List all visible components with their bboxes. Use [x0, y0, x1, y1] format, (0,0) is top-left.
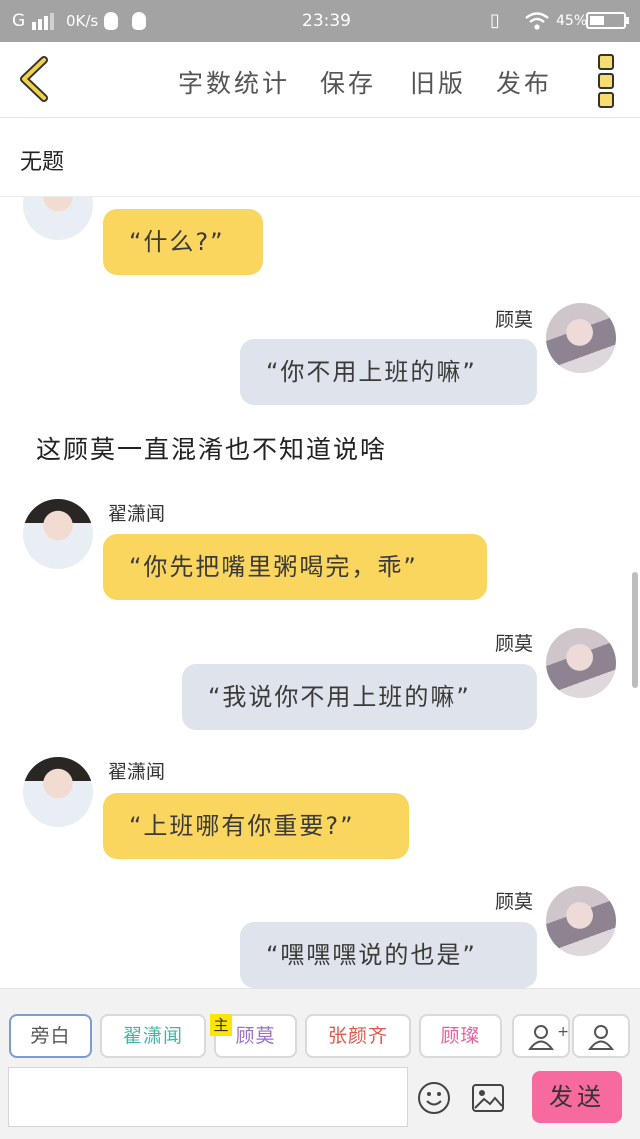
scrollbar[interactable]	[632, 572, 638, 688]
qq-icon	[104, 12, 118, 30]
old-version-button[interactable]: 旧版	[410, 64, 466, 100]
character-chip[interactable]: 顾璨	[419, 1014, 502, 1058]
character-chip[interactable]: 翟潇闻	[100, 1014, 206, 1058]
back-chevron-icon[interactable]	[10, 54, 60, 104]
speaker-name: 翟潇闻	[108, 503, 166, 525]
message-bubble[interactable]: “你先把嘴里粥喝完，乖”	[103, 534, 487, 600]
battery-icon	[586, 12, 626, 29]
avatar[interactable]	[23, 499, 93, 569]
send-button[interactable]: 发送	[532, 1071, 622, 1123]
message-input[interactable]	[8, 1067, 408, 1127]
character-chip[interactable]: 张颜齐	[305, 1014, 411, 1058]
message-bubble[interactable]: “上班哪有你重要?”	[103, 793, 409, 859]
avatar[interactable]	[546, 628, 616, 698]
character-list-button[interactable]	[572, 1014, 630, 1058]
narration-text[interactable]: 这顾莫一直混淆也不知道说啥	[36, 430, 387, 466]
publish-button[interactable]: 发布	[496, 64, 552, 100]
carrier-label: G	[12, 11, 26, 31]
vibrate-icon: ▯	[490, 10, 500, 31]
clock: 23:39	[302, 11, 351, 31]
editor-toolbar: 字数统计 保存 旧版 发布	[0, 42, 640, 118]
composer-panel: 旁白 翟潇闻 顾莫 主 张颜齐 顾璨 + 发送	[0, 988, 640, 1139]
qq-icon	[132, 12, 146, 30]
title-bar: 无题	[0, 118, 640, 197]
speaker-name: 顾莫	[494, 891, 533, 913]
character-chip-narrator[interactable]: 旁白	[9, 1014, 92, 1058]
avatar[interactable]	[23, 757, 93, 827]
person-add-icon	[528, 1025, 554, 1050]
battery-percent: 45%	[556, 13, 588, 29]
word-count-button[interactable]: 字数统计	[178, 64, 290, 100]
message-bubble[interactable]: “我说你不用上班的嘛”	[182, 664, 537, 730]
speaker-name: 翟潇闻	[108, 761, 166, 783]
image-icon[interactable]	[471, 1083, 505, 1113]
message-bubble[interactable]: “什么?”	[103, 209, 263, 275]
wifi-icon	[525, 12, 549, 30]
main-character-badge: 主	[210, 1014, 232, 1036]
avatar[interactable]	[546, 886, 616, 956]
status-bar: G 0K/s 23:39 ▯ 45%	[0, 0, 640, 42]
document-title[interactable]: 无题	[20, 144, 64, 176]
add-character-button[interactable]: +	[512, 1014, 570, 1058]
message-bubble[interactable]: “嘿嘿嘿说的也是”	[240, 922, 537, 988]
person-icon	[588, 1025, 614, 1050]
network-speed: 0K/s	[66, 12, 99, 30]
avatar[interactable]	[23, 197, 93, 240]
more-menu-icon[interactable]	[594, 54, 618, 108]
speaker-name: 顾莫	[494, 309, 533, 331]
save-button[interactable]: 保存	[320, 64, 376, 100]
message-bubble[interactable]: “你不用上班的嘛”	[240, 339, 537, 405]
emoji-icon[interactable]	[417, 1081, 451, 1115]
speaker-name: 顾莫	[494, 633, 533, 655]
chat-area[interactable]: “什么?” 顾莫 “你不用上班的嘛” 这顾莫一直混淆也不知道说啥 翟潇闻 “你先…	[0, 197, 640, 988]
avatar[interactable]	[546, 303, 616, 373]
signal-icon	[32, 22, 36, 30]
